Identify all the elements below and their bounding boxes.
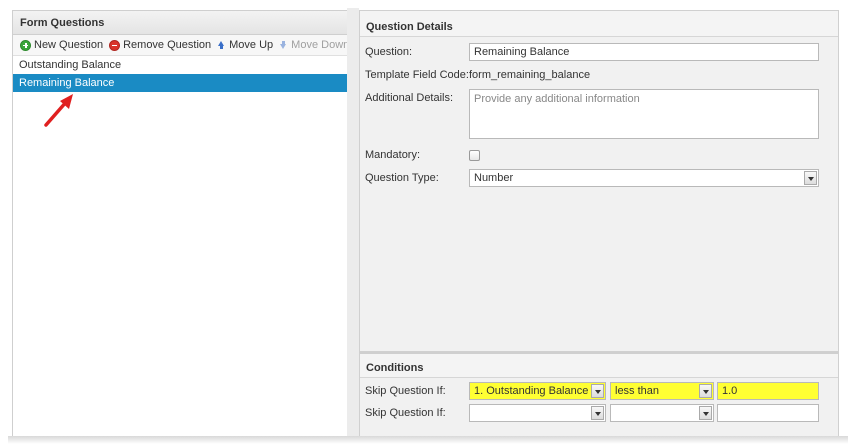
question-row: Question: bbox=[365, 43, 819, 61]
arrow-up-icon bbox=[217, 40, 226, 51]
bottom-shadow bbox=[8, 436, 848, 444]
template-code-label: Template Field Code: bbox=[365, 69, 469, 81]
chevron-down-icon[interactable] bbox=[804, 171, 817, 185]
condition-question-select[interactable] bbox=[469, 404, 606, 422]
arrow-down-icon bbox=[279, 40, 288, 51]
question-details-title: Question Details bbox=[360, 11, 838, 37]
question-list-item[interactable]: Outstanding Balance bbox=[13, 56, 347, 74]
move-up-button[interactable]: Move Up bbox=[217, 39, 273, 51]
condition-row: Skip Question If: 1. Outstanding Balance… bbox=[365, 382, 819, 400]
additional-details-input[interactable] bbox=[469, 89, 819, 139]
question-input[interactable] bbox=[469, 43, 819, 61]
question-type-select[interactable]: Number bbox=[469, 169, 819, 187]
chevron-down-icon[interactable] bbox=[699, 406, 712, 420]
conditions-panel: Conditions Skip Question If: 1. Outstand… bbox=[359, 352, 839, 438]
remove-question-label: Remove Question bbox=[123, 39, 212, 51]
move-down-button[interactable]: Move Down bbox=[279, 39, 349, 51]
add-icon bbox=[20, 39, 31, 51]
condition-value-input[interactable] bbox=[717, 404, 819, 422]
form-questions-panel: Form Questions New Question Remove Quest… bbox=[12, 10, 349, 437]
condition-question-select[interactable]: 1. Outstanding Balance bbox=[469, 382, 606, 400]
right-area: Question Details Question: Template Fiel… bbox=[347, 8, 849, 438]
question-label: Question: bbox=[365, 46, 413, 58]
new-question-label: New Question bbox=[34, 39, 104, 51]
condition-question-value: 1. Outstanding Balance bbox=[474, 385, 589, 397]
condition-row: Skip Question If: bbox=[365, 404, 819, 422]
additional-details-row: Additional Details: bbox=[365, 89, 819, 139]
remove-icon bbox=[109, 39, 121, 51]
mandatory-label: Mandatory: bbox=[365, 149, 421, 161]
skip-question-label: Skip Question If: bbox=[365, 385, 446, 397]
chevron-down-icon[interactable] bbox=[699, 384, 712, 398]
condition-operator-value: less than bbox=[615, 385, 660, 397]
annotation-arrow-icon bbox=[44, 94, 73, 127]
question-type-label: Question Type: bbox=[365, 172, 439, 184]
questions-toolbar: New Question Remove Question Move Up Mov… bbox=[13, 35, 349, 56]
move-up-label: Move Up bbox=[229, 39, 274, 51]
question-type-value: Number bbox=[474, 172, 514, 184]
condition-value-input[interactable] bbox=[717, 382, 819, 400]
conditions-title: Conditions bbox=[360, 354, 838, 378]
condition-operator-select[interactable]: less than bbox=[610, 382, 714, 400]
move-down-label: Move Down bbox=[291, 39, 350, 51]
form-questions-editor: Form Questions New Question Remove Quest… bbox=[0, 0, 855, 446]
chevron-down-icon[interactable] bbox=[591, 384, 604, 398]
template-code-row: Template Field Code: form_remaining_bala… bbox=[365, 69, 590, 81]
template-code-value: form_remaining_balance bbox=[469, 69, 591, 81]
condition-operator-select[interactable] bbox=[610, 404, 714, 422]
questions-list: Outstanding Balance Remaining Balance bbox=[13, 56, 347, 92]
form-questions-title: Form Questions bbox=[13, 11, 347, 35]
new-question-button[interactable]: New Question bbox=[20, 39, 103, 51]
mandatory-checkbox[interactable] bbox=[469, 149, 480, 161]
chevron-down-icon[interactable] bbox=[591, 406, 604, 420]
question-type-row: Question Type: Number bbox=[365, 169, 819, 187]
question-list-item-selected[interactable]: Remaining Balance bbox=[13, 74, 347, 92]
question-details-panel: Question Details Question: Template Fiel… bbox=[359, 10, 839, 352]
panel-divider bbox=[347, 8, 359, 438]
mandatory-row: Mandatory: bbox=[365, 149, 480, 161]
skip-question-label: Skip Question If: bbox=[365, 407, 446, 419]
additional-details-label: Additional Details: bbox=[365, 92, 454, 104]
remove-question-button[interactable]: Remove Question bbox=[109, 39, 211, 51]
